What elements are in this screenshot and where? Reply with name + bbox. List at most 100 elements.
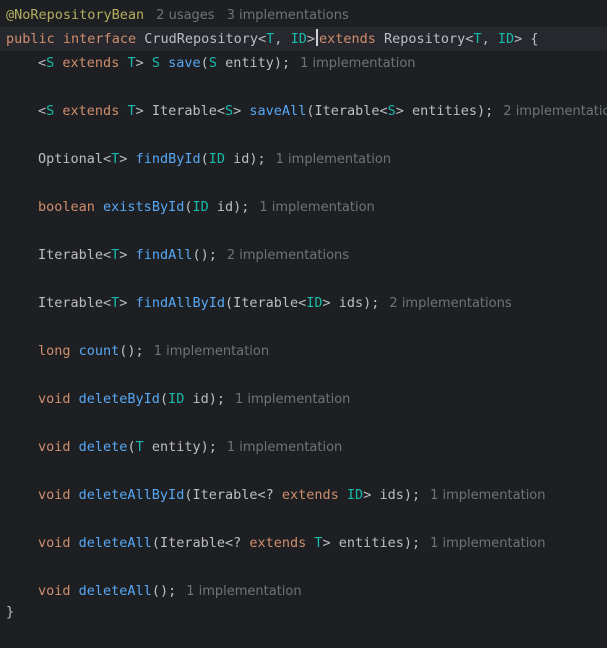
keyword-token: void: [38, 391, 71, 407]
comma: ,: [481, 31, 498, 47]
method-line: void deleteAllById(Iterable<? extends ID…: [0, 483, 607, 507]
type-param-token: T: [135, 439, 144, 455]
method-name[interactable]: deleteAll: [79, 583, 152, 599]
implementations-hint[interactable]: 2 implementations: [389, 296, 511, 311]
method-line: void deleteById(ID id); 1 implementation: [0, 387, 607, 411]
angle-close: >: [306, 31, 315, 47]
keyword-token: void: [38, 535, 71, 551]
interface-name[interactable]: CrudRepository: [144, 31, 258, 47]
implementations-hint[interactable]: 1 implementation: [276, 152, 391, 167]
type-param-token: ID: [306, 295, 323, 311]
method-name[interactable]: findById: [136, 151, 201, 167]
keyword-token: void: [38, 487, 71, 503]
method-name[interactable]: deleteAllById: [79, 487, 185, 503]
code-token: > Iterable<: [135, 103, 226, 119]
method-line: Optional<T> findById(ID id); 1 implementa…: [0, 147, 607, 171]
type-param-token: S: [208, 55, 217, 71]
implementations-hint[interactable]: 1 implementation: [186, 584, 301, 599]
code-token: (: [159, 391, 169, 407]
type-param-token: S: [151, 55, 161, 71]
code-token: > entities);: [395, 103, 494, 119]
keyword-token: boolean: [38, 199, 95, 215]
code-token: > ids);: [363, 487, 421, 503]
implementations-hint[interactable]: 1 implementation: [430, 488, 545, 503]
code-token: (: [200, 151, 209, 167]
method-name[interactable]: existsById: [103, 199, 184, 215]
usages-hint[interactable]: 2 usages: [156, 8, 214, 23]
type-param-token: ID: [192, 199, 209, 215]
annotation-token[interactable]: @NoRepositoryBean: [6, 7, 144, 23]
method-name[interactable]: deleteAll: [79, 535, 152, 551]
method-name[interactable]: delete: [79, 439, 128, 455]
method-name[interactable]: findAll: [136, 247, 193, 263]
code-token: ();: [192, 247, 217, 263]
type-param-token: T: [127, 103, 136, 119]
method-name[interactable]: findAllById: [136, 295, 225, 311]
implementations-hint[interactable]: 1 implementation: [154, 344, 269, 359]
code-token: Iterable<: [38, 247, 112, 263]
keyword-extends: extends: [318, 31, 376, 47]
code-token: (: [127, 439, 136, 455]
code-token: id);: [184, 391, 225, 407]
code-token: ();: [119, 343, 144, 359]
implementations-hint[interactable]: 2 implementation: [503, 104, 607, 119]
code-token: <: [38, 103, 47, 119]
implementations-hint[interactable]: 1 implementation: [300, 56, 415, 71]
code-token: Optional<: [38, 151, 112, 167]
implementations-hint[interactable]: 1 implementation: [227, 440, 342, 455]
implementations-hint[interactable]: 3 implementations: [227, 8, 349, 23]
code-token: (: [200, 55, 209, 71]
code-token: (Iterable<: [224, 295, 307, 311]
type-param-token: ID: [346, 487, 364, 503]
code-token: id);: [225, 151, 266, 167]
code-token: ();: [151, 583, 177, 599]
annotation-line: @NoRepositoryBean 2 usages 3 implementatio…: [0, 3, 607, 27]
method-line: Iterable<T> findAll(); 2 implementations: [0, 243, 607, 267]
method-line: long count(); 1 implementation: [0, 339, 607, 363]
implementations-hint[interactable]: 1 implementation: [235, 392, 350, 407]
super-type-param-t[interactable]: T: [473, 31, 481, 47]
angle-open: <: [258, 31, 267, 47]
keyword-token: extends: [281, 487, 339, 503]
code-token: >: [233, 103, 250, 119]
code-token: >: [119, 295, 136, 311]
code-token: > entities);: [322, 535, 421, 551]
method-line: void deleteAll(Iterable<? extends T> ent…: [0, 531, 607, 555]
type-param-id[interactable]: ID: [291, 31, 307, 47]
method-name[interactable]: deleteById: [79, 391, 160, 407]
keyword-token: extends: [249, 535, 307, 551]
method-line: <S extends T> S save(S entity); 1 impleme…: [0, 51, 607, 75]
code-editor[interactable]: @NoRepositoryBean 2 usages 3 implementatio…: [0, 0, 607, 648]
code-token: entity);: [143, 439, 217, 455]
keyword-public: public: [6, 31, 55, 47]
super-type-param-id[interactable]: ID: [498, 31, 514, 47]
close-brace: }: [6, 604, 15, 620]
code-token: Iterable<: [38, 295, 112, 311]
code-token: (Iterable<?: [184, 487, 282, 503]
closing-brace-line: }: [0, 600, 607, 624]
method-name[interactable]: saveAll: [249, 103, 306, 119]
keyword-token: extends: [62, 103, 120, 119]
super-interface-name[interactable]: Repository: [384, 31, 465, 47]
interface-declaration-line: public interface CrudRepository<T, ID> ex…: [0, 27, 607, 51]
type-param-token: T: [314, 535, 323, 551]
code-token: >: [119, 151, 136, 167]
method-name[interactable]: save: [168, 55, 201, 71]
method-name[interactable]: count: [79, 343, 120, 359]
implementations-hint[interactable]: 1 implementation: [259, 200, 374, 215]
implementations-hint[interactable]: 2 implementations: [227, 248, 349, 263]
type-param-token: ID: [208, 151, 225, 167]
implementations-hint[interactable]: 1 implementation: [430, 536, 545, 551]
code-token: (Iterable<: [306, 103, 388, 119]
text-cursor: [315, 29, 318, 46]
keyword-token: void: [38, 583, 71, 599]
method-line: Iterable<T> findAllById(Iterable<ID> ids…: [0, 291, 607, 315]
